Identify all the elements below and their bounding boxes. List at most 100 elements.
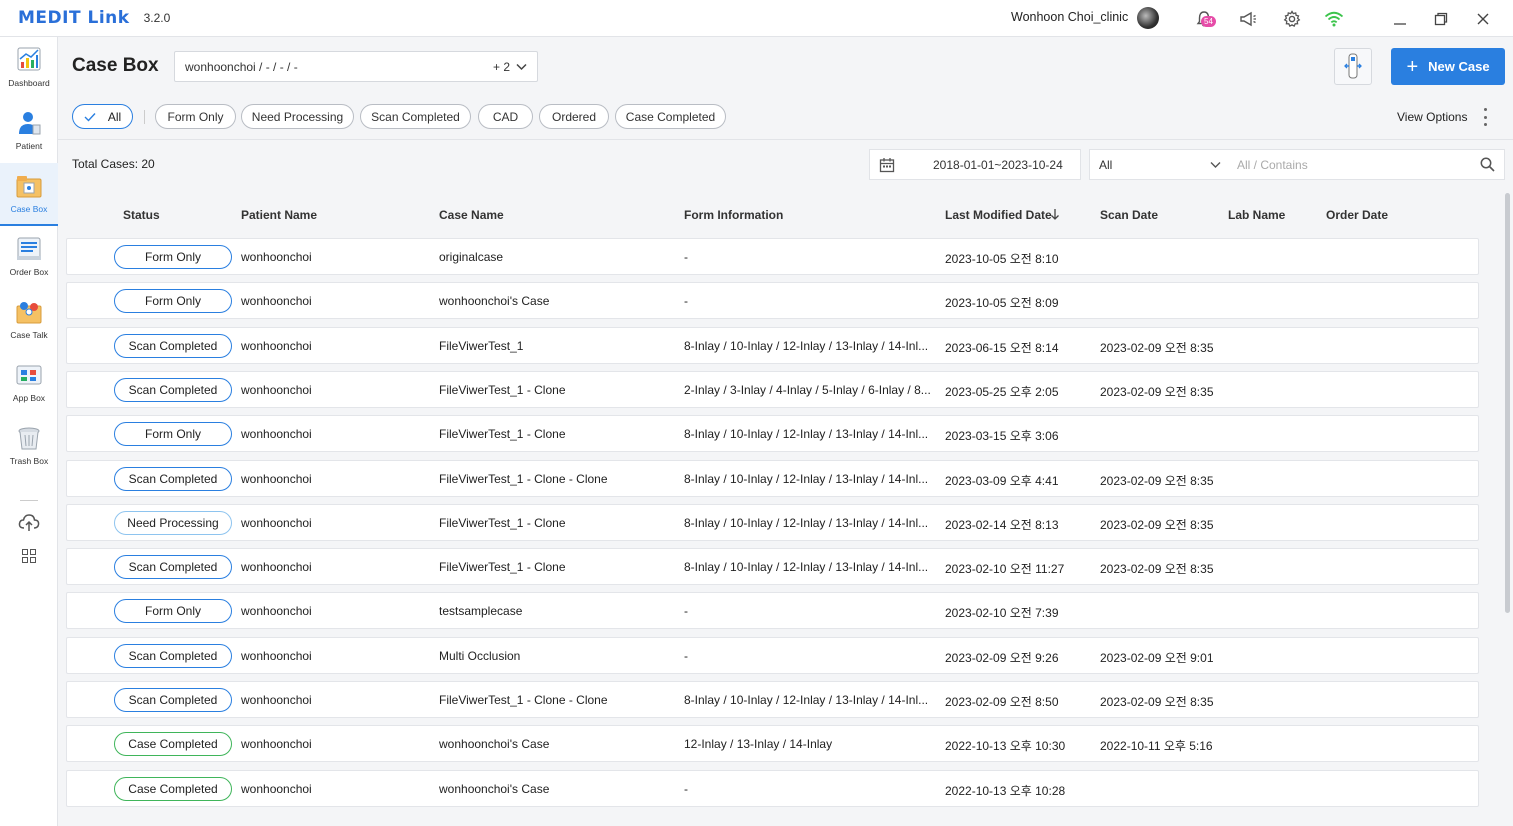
sort-descending-icon[interactable] [1050,208,1060,220]
sidebar-item-case-talk[interactable]: Case Talk [0,289,58,352]
scrollbar[interactable] [1505,193,1510,613]
last-modified-cell: 2022-10-13 오후 10:30 [945,739,1066,754]
filter-chip-label: Form Only [167,109,224,124]
form-information-cell: 8-Inlay / 10-Inlay / 12-Inlay / 13-Inlay… [684,515,929,530]
table-row[interactable]: Case Completed wonhoonchoi wonhoonchoi's C… [66,725,1479,763]
patient-name-cell: wonhoonchoi [241,250,312,264]
close-icon[interactable] [1472,8,1494,30]
status-label: Need Processing [127,515,219,530]
sidebar-item-case-box[interactable]: Case Box [0,163,58,226]
minimize-icon[interactable] [1389,8,1411,30]
table-row[interactable]: Form Only wonhoonchoi testsamplecase - 2023-… [66,592,1479,630]
column-header-order-date[interactable]: Order Date [1326,208,1388,222]
search-field-select[interactable]: All [1089,149,1231,180]
sidebar-item-patient[interactable]: Patient [0,100,58,163]
sidebar-item-app-box[interactable]: App Box [0,352,58,415]
search-icon[interactable] [1480,157,1495,172]
settings-icon[interactable] [1281,8,1303,30]
table-row[interactable]: Form Only wonhoonchoi originalcase - 2023-10… [66,238,1479,275]
patient-name-cell: wonhoonchoi [241,693,312,707]
status-label: Form Only [144,294,201,309]
table-row[interactable]: Scan Completed wonhoonchoi Multi Occlusion… [66,636,1479,674]
table-row[interactable]: Scan Completed wonhoonchoi FileViwerTest_1… [66,326,1479,364]
table-row[interactable]: Need Processing wonhoonchoi FileViwerTest_… [66,503,1479,541]
search-field-value: All [1099,157,1113,172]
filter-chip-ordered[interactable]: Ordered [539,104,609,129]
megaphone-icon[interactable] [1237,8,1259,30]
filter-chip-need-processing[interactable]: Need Processing [241,104,354,129]
restore-icon[interactable] [1430,8,1452,30]
filter-chip-scan-completed[interactable]: Scan Completed [360,104,471,129]
case-name-cell: FileViwerTest_1 - Clone [439,560,566,575]
column-header-form-information[interactable]: Form Information [684,208,783,222]
last-modified-cell: 2023-02-09 오전 9:26 [945,650,1059,665]
table-row[interactable]: Form Only wonhoonchoi FileViwerTest_1 - Cl… [66,415,1479,453]
status-badge: Scan Completed [114,688,232,712]
status-badge: Scan Completed [114,377,232,402]
form-information-cell: - [684,250,688,264]
table-row[interactable]: Scan Completed wonhoonchoi FileViwerTest_1… [66,370,1479,408]
notification-badge: 54 [1201,16,1216,27]
filter-chip-all[interactable]: All [72,104,133,129]
filter-chip-form-only[interactable]: Form Only [155,104,236,129]
patient-name-cell: wonhoonchoi [241,737,312,752]
sidebar-item-trash-box[interactable]: Trash Box [0,415,58,478]
filter-chip-label: Need Processing [251,109,344,124]
patient-name-cell: wonhoonchoi [241,382,312,397]
trash-box-icon [18,427,40,450]
filter-chip-case-completed[interactable]: Case Completed [615,104,726,129]
table-row[interactable]: Scan Completed wonhoonchoi FileViwerTest_1… [66,459,1479,497]
column-header-scan-date[interactable]: Scan Date [1100,208,1158,222]
app-logo: MEDIT Link [18,8,130,28]
status-label: Case Completed [128,781,218,796]
column-header-status[interactable]: Status [123,208,160,222]
sidebar-item-label: Trash Box [9,456,49,466]
view-options-button[interactable]: View Options [1397,110,1467,124]
search-input[interactable] [1237,157,1467,172]
column-header-case-name[interactable]: Case Name [439,208,504,222]
clinic-filter-more: + 2 [492,59,510,74]
cloud-upload-icon[interactable] [18,513,40,533]
column-header-last-modified-date[interactable]: Last Modified Date [945,208,1052,222]
table-row[interactable]: Case Completed wonhoonchoi wonhoonchoi's C… [66,769,1479,807]
case-name-cell: Multi Occlusion [439,648,521,663]
table-row[interactable]: Scan Completed wonhoonchoi FileViwerTest_1… [66,548,1479,586]
last-modified-cell: 2023-02-09 오전 8:50 [945,695,1059,709]
patient-name-cell: wonhoonchoi [241,294,312,309]
order-box-icon [17,237,41,260]
patient-name-cell: wonhoonchoi [241,781,312,796]
last-modified-cell: 2023-03-15 오후 3:06 [945,429,1059,444]
status-badge: Form Only [114,599,232,624]
table-row[interactable]: Form Only wonhoonchoi wonhoonchoi's Case - 2… [66,282,1479,320]
status-badge: Scan Completed [114,333,232,358]
status-badge: Case Completed [114,776,232,801]
date-range-picker[interactable]: 2018-01-01~2023-10-24 [869,149,1081,180]
sidebar-item-dashboard[interactable]: Dashboard [0,37,58,100]
patient-icon [19,112,41,135]
column-header-patient-name[interactable]: Patient Name [241,208,317,222]
checkmark-icon [84,112,96,122]
page-title: Case Box [72,55,159,76]
form-information-cell: 2-Inlay / 3-Inlay / 4-Inlay / 5-Inlay / … [684,382,931,397]
patient-name-cell: wonhoonchoi [241,471,312,486]
app-box-icon [16,365,42,385]
more-options-icon[interactable] [1482,108,1488,126]
sidebar-item-order-box[interactable]: Order Box [0,226,58,289]
scan-date-cell: 2023-02-09 오전 8:35 [1100,517,1214,532]
clinic-filter-dropdown[interactable]: wonhoonchoi / - / - / - + 2 [174,51,538,82]
filter-chip-label: Ordered [551,109,597,124]
sidebar: Dashboard Patient Case Box Order Box Cas… [0,37,58,826]
user-name[interactable]: Wonhoon Choi_clinic [1011,10,1128,24]
grid-icon[interactable] [22,549,36,563]
status-label: Case Completed [128,737,218,752]
status-badge: Form Only [114,245,232,269]
filter-chip-cad[interactable]: CAD [478,104,533,129]
scanner-button[interactable] [1334,48,1372,85]
status-label: Form Only [144,427,201,442]
new-case-button[interactable]: + New Case [1391,48,1505,85]
table-row[interactable]: Scan Completed wonhoonchoi FileViwerTest_1… [66,681,1479,718]
form-information-cell: - [684,294,688,309]
avatar[interactable] [1137,7,1159,29]
status-badge: Scan Completed [114,466,232,491]
column-header-lab-name[interactable]: Lab Name [1228,208,1285,222]
